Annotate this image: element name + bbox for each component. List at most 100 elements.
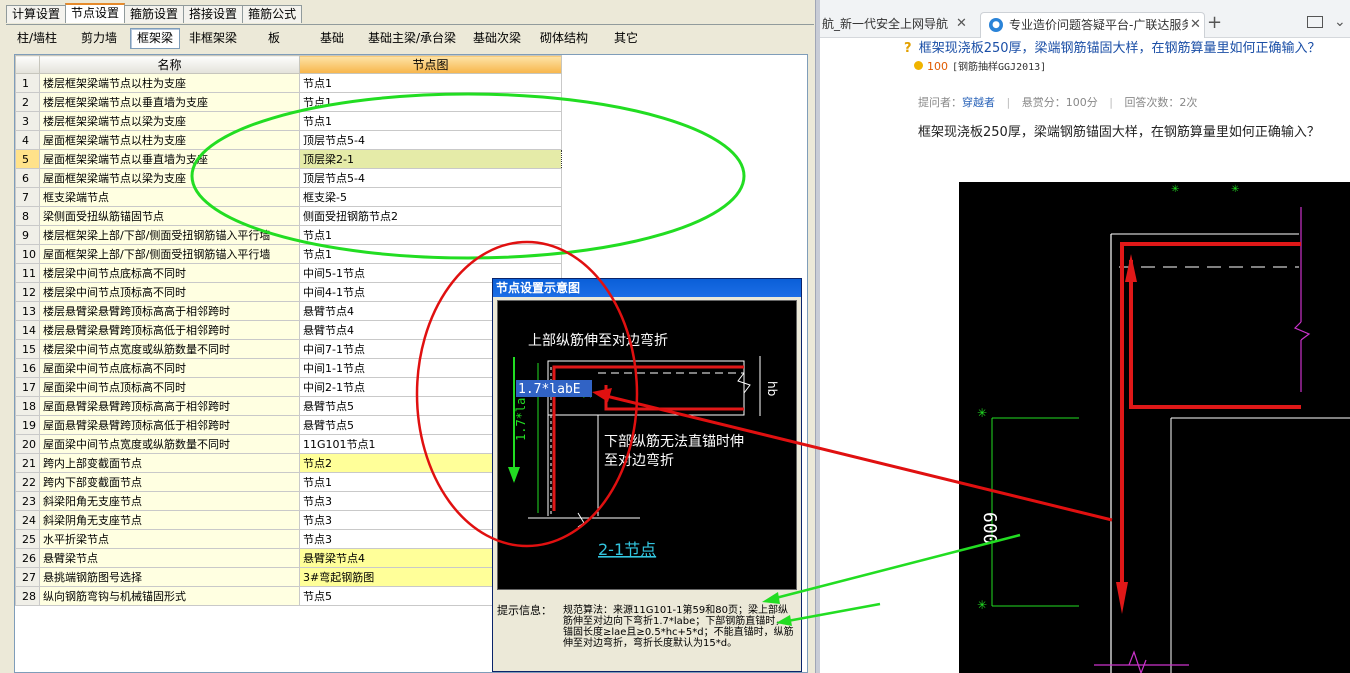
- row-node-value-cell[interactable]: 节点1: [299, 225, 562, 245]
- row-number: 24: [15, 510, 40, 530]
- tab-foundation-main-beam[interactable]: 基础主梁/承台梁: [362, 28, 462, 49]
- tab-stirrup-formula[interactable]: 箍筋公式: [242, 5, 303, 23]
- table-row[interactable]: 2 楼层框架梁端节点以垂直墙为支座 节点1: [15, 92, 562, 112]
- row-node-value-cell[interactable]: 顶层节点5-4: [299, 168, 562, 188]
- table-row[interactable]: 1 楼层框架梁端节点以柱为支座 节点1: [15, 73, 562, 93]
- tab-calc-settings[interactable]: 计算设置: [6, 5, 67, 23]
- row-number: 5: [15, 149, 40, 169]
- table-row[interactable]: 19 屋面悬臂梁悬臂跨顶标高低于相邻跨时 悬臂节点5: [15, 415, 562, 435]
- row-name-cell: 楼层框架梁端节点以梁为支座: [39, 111, 300, 131]
- row-name-cell: 纵向钢筋弯钩与机械锚固形式: [39, 586, 300, 606]
- row-number: 18: [15, 396, 40, 416]
- svg-text:✳: ✳: [1171, 184, 1179, 195]
- diagram-node-name: 2-1节点: [598, 540, 656, 559]
- row-node-value-cell[interactable]: 顶层节点5-4: [299, 130, 562, 150]
- table-row[interactable]: 14 楼层悬臂梁悬臂跨顶标高低于相邻跨时 悬臂节点4: [15, 320, 562, 340]
- tab-non-frame-beam[interactable]: 非框架梁: [182, 28, 244, 49]
- row-name-cell: 楼层梁中间节点顶标高不同时: [39, 282, 300, 302]
- window-restore-icon[interactable]: [1307, 16, 1323, 28]
- table-row[interactable]: 21 跨内上部变截面节点 节点2: [15, 453, 562, 473]
- table-row[interactable]: 23 斜梁阳角无支座节点 节点3: [15, 491, 562, 511]
- chevron-down-icon[interactable]: ⌄: [1334, 14, 1346, 30]
- row-name-cell: 屋面悬臂梁悬臂跨顶标高低于相邻跨时: [39, 415, 300, 435]
- table-row[interactable]: 20 屋面梁中间节点宽度或纵筋数量不同时 11G101节点1: [15, 434, 562, 454]
- row-name-cell: 跨内上部变截面节点: [39, 453, 300, 473]
- asker-name-link[interactable]: 穿越者: [962, 96, 995, 109]
- close-icon[interactable]: ✕: [956, 12, 967, 36]
- table-row[interactable]: 7 框支梁端节点 框支梁-5: [15, 187, 562, 207]
- table-row[interactable]: 6 屋面框架梁端节点以梁为支座 顶层节点5-4: [15, 168, 562, 188]
- row-node-value-cell[interactable]: 侧面受扭钢筋节点2: [299, 206, 562, 226]
- row-number: 8: [15, 206, 40, 226]
- question-title-link[interactable]: 框架现浇板250厚，梁端钢筋锚固大样，在钢筋算量里如何正确输入？: [919, 41, 1321, 56]
- table-row[interactable]: 8 梁侧面受扭纵筋锚固节点 侧面受扭钢筋节点2: [15, 206, 562, 226]
- row-number: 23: [15, 491, 40, 511]
- question-tag[interactable]: [钢筋抽样GGJ2013]: [952, 62, 1046, 73]
- row-node-value-cell[interactable]: 节点1: [299, 111, 562, 131]
- tab-frame-beam[interactable]: 框架梁: [130, 27, 180, 49]
- tab-node-settings[interactable]: 节点设置: [65, 3, 126, 23]
- row-node-value-cell[interactable]: 节点1: [299, 73, 562, 93]
- question-mark-icon: ?: [904, 41, 912, 56]
- tab-shear-wall[interactable]: 剪力墙: [70, 28, 128, 49]
- row-node-value-cell[interactable]: 顶层梁2-1: [299, 149, 562, 169]
- table-row[interactable]: 15 楼层梁中间节点宽度或纵筋数量不同时 中间7-1节点: [15, 339, 562, 359]
- row-name-cell: 楼层悬臂梁悬臂跨顶标高低于相邻跨时: [39, 320, 300, 340]
- meta-divider: |: [1109, 96, 1113, 109]
- tab-lap-settings[interactable]: 搭接设置: [183, 5, 244, 23]
- table-row[interactable]: 17 屋面梁中间节点顶标高不同时 中间2-1节点: [15, 377, 562, 397]
- table-row[interactable]: 24 斜梁阴角无支座节点 节点3: [15, 510, 562, 530]
- tab-slab[interactable]: 板: [246, 28, 302, 49]
- table-row[interactable]: 5 屋面框架梁端节点以垂直墙为支座 顶层梁2-1: [15, 149, 562, 169]
- row-number: 22: [15, 472, 40, 492]
- tab-column-wall-column[interactable]: 柱/墙柱: [6, 28, 68, 49]
- new-tab-plus-icon[interactable]: +: [1207, 12, 1222, 33]
- tab-stirrup-settings[interactable]: 箍筋设置: [124, 5, 185, 23]
- table-row[interactable]: 18 屋面悬臂梁悬臂跨顶标高高于相邻跨时 悬臂节点5: [15, 396, 562, 416]
- table-row[interactable]: 11 楼层梁中间节点底标高不同时 中间5-1节点: [15, 263, 562, 283]
- popup-title-bar[interactable]: 节点设置示意图: [493, 279, 801, 297]
- tab-foundation[interactable]: 基础: [304, 28, 360, 49]
- table-row[interactable]: 4 屋面框架梁端节点以柱为支座 顶层节点5-4: [15, 130, 562, 150]
- row-name-cell: 跨内下部变截面节点: [39, 472, 300, 492]
- table-row[interactable]: 25 水平折梁节点 节点3: [15, 529, 562, 549]
- table-row[interactable]: 3 楼层框架梁端节点以梁为支座 节点1: [15, 111, 562, 131]
- browser-tab-bar: 航_新一代安全上网导航 ✕ ● 专业造价问题答疑平台-广联达服务 ✕ + ⌄: [820, 0, 1350, 38]
- table-row[interactable]: 10 屋面框架梁上部/下部/侧面受扭钢筋锚入平行墙 节点1: [15, 244, 562, 264]
- node-diagram-popup[interactable]: 节点设置示意图 上部纵筋伸至对边弯折 hb 1.7*la 1.7*labE 下部…: [492, 278, 802, 672]
- row-node-value-cell[interactable]: 节点1: [299, 92, 562, 112]
- tab-masonry[interactable]: 砌体结构: [532, 28, 596, 49]
- table-row[interactable]: 16 屋面梁中间节点底标高不同时 中间1-1节点: [15, 358, 562, 378]
- question-body: 框架现浇板250厚，梁端钢筋锚固大样，在钢筋算量里如何正确输入？: [918, 125, 1320, 140]
- tab-foundation-secondary-beam[interactable]: 基础次梁: [464, 28, 530, 49]
- table-row[interactable]: 22 跨内下部变截面节点 节点1: [15, 472, 562, 492]
- browser-tab-navigation[interactable]: 航_新一代安全上网导航 ✕: [820, 12, 970, 38]
- svg-text:✳: ✳: [977, 598, 987, 612]
- row-name-cell: 屋面梁中间节点底标高不同时: [39, 358, 300, 378]
- table-row[interactable]: 26 悬臂梁节点 悬臂梁节点4: [15, 548, 562, 568]
- question-points: 100: [927, 60, 948, 73]
- row-name-cell: 楼层框架梁端节点以垂直墙为支座: [39, 92, 300, 112]
- grid-header-name: 名称: [39, 55, 300, 74]
- diagram-top-text: 上部纵筋伸至对边弯折: [528, 332, 668, 349]
- row-node-value-cell[interactable]: 框支梁-5: [299, 187, 562, 207]
- table-row[interactable]: 9 楼层框架梁上部/下部/侧面受扭钢筋锚入平行墙 节点1: [15, 225, 562, 245]
- table-row[interactable]: 13 楼层悬臂梁悬臂跨顶标高高于相邻跨时 悬臂节点4: [15, 301, 562, 321]
- grid-header-index: [15, 55, 40, 74]
- row-node-value-cell[interactable]: 节点1: [299, 244, 562, 264]
- browser-tab-glodon-qa[interactable]: ● 专业造价问题答疑平台-广联达服务 ✕: [980, 12, 1205, 38]
- row-name-cell: 屋面框架梁端节点以垂直墙为支座: [39, 149, 300, 169]
- row-number: 3: [15, 111, 40, 131]
- close-icon[interactable]: ✕: [1188, 13, 1201, 37]
- row-number: 7: [15, 187, 40, 207]
- row-name-cell: 楼层梁中间节点宽度或纵筋数量不同时: [39, 339, 300, 359]
- table-row[interactable]: 28 纵向钢筋弯钩与机械锚固形式 节点5: [15, 586, 562, 606]
- row-number: 28: [15, 586, 40, 606]
- row-name-cell: 屋面梁中间节点顶标高不同时: [39, 377, 300, 397]
- row-number: 4: [15, 130, 40, 150]
- settings-tab-bar: 计算设置 节点设置 箍筋设置 搭接设置 箍筋公式: [6, 3, 303, 23]
- tab-other[interactable]: 其它: [598, 28, 654, 49]
- table-row[interactable]: 12 楼层梁中间节点顶标高不同时 中间4-1节点: [15, 282, 562, 302]
- row-name-cell: 屋面梁中间节点宽度或纵筋数量不同时: [39, 434, 300, 454]
- table-row[interactable]: 27 悬挑端钢筋图号选择 3#弯起钢筋图: [15, 567, 562, 587]
